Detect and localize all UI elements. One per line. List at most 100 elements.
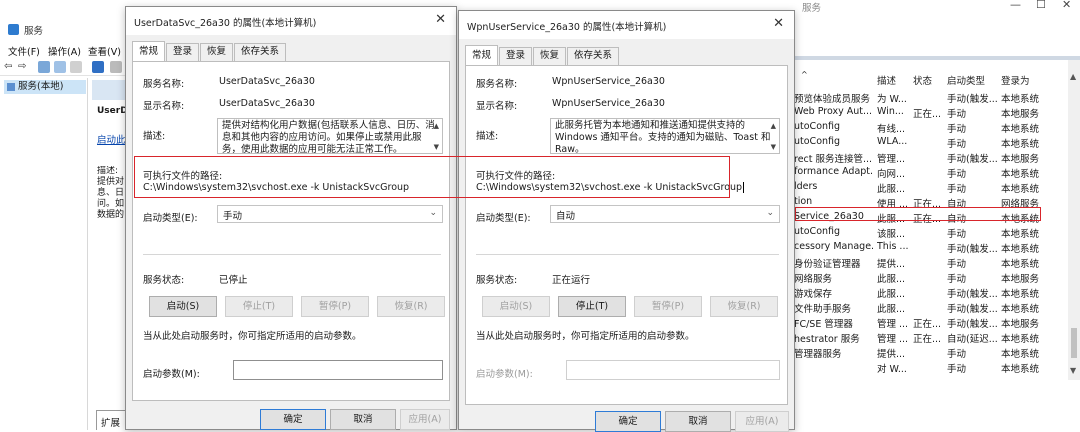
startup-type-label: 启动类型(E): — [143, 213, 198, 224]
tab-dependencies[interactable]: 依存关系 — [567, 47, 620, 65]
table-row[interactable]: FC/SE 管理器 管理 ... 正在... 手动(触发... 本地服务 — [791, 315, 1069, 330]
menu-action[interactable]: 操作(A) — [48, 44, 81, 58]
console-tree-icon[interactable] — [38, 61, 50, 73]
table-cell: FC/SE 管理器 — [794, 319, 853, 330]
tab-logon[interactable]: 登录 — [499, 47, 533, 65]
column-header-startup-type[interactable]: 启动类型 — [947, 73, 985, 87]
description-scroll-up-icon[interactable]: ▲ — [434, 120, 439, 132]
table-row[interactable]: utoConfig 有线... 手动 本地系统 — [791, 120, 1069, 135]
table-row[interactable]: cessory Manage... This ... 手动(触发... 本地系统 — [791, 240, 1069, 255]
minimize-icon[interactable]: — — [1010, 0, 1021, 11]
description-scroll-down-icon[interactable]: ▼ — [771, 141, 776, 153]
startup-type-select[interactable]: 手动 ⌄ — [217, 205, 443, 223]
maximize-icon[interactable]: ☐ — [1036, 0, 1046, 11]
tab-general[interactable]: 常规 — [465, 45, 499, 65]
highlighted-service-row-box — [795, 207, 1041, 221]
tree-item-services-local[interactable]: 服务(本地) — [4, 80, 86, 94]
tab-extended[interactable]: 扩展 — [96, 410, 126, 430]
close-icon[interactable]: ✕ — [435, 12, 446, 27]
table-row[interactable]: formance Adapt... 向网... 手动 本地系统 — [791, 165, 1069, 180]
description-box[interactable]: 提供对结构化用户数据(包括联系人信息、日历、消息和其他内容的应用访问。如果停止或… — [217, 118, 443, 154]
table-cell: 手动 — [947, 229, 967, 240]
stop-button[interactable]: 停止(T) — [225, 296, 293, 317]
pause-button[interactable]: 暂停(P) — [634, 296, 702, 317]
tab-recovery[interactable]: 恢复 — [533, 47, 567, 65]
table-cell: 手动 — [947, 259, 967, 270]
table-cell: 管理器服务 — [794, 349, 842, 360]
table-row[interactable]: 对 W... 手动 本地系统 — [791, 360, 1069, 375]
properties-icon[interactable] — [110, 61, 122, 73]
table-row[interactable]: hestrator 服务 管理 ... 正在... 自动(延迟... 本地系统 — [791, 330, 1069, 345]
start-params-label: 启动参数(M): — [143, 369, 200, 380]
separator — [143, 254, 441, 255]
forward-arrow-icon[interactable]: ⇨ — [18, 61, 30, 73]
back-arrow-icon[interactable]: ⇦ — [4, 61, 16, 73]
table-row[interactable]: 预览体验成员服务为 W... 手动(触发... 本地系统 — [791, 90, 1069, 105]
table-row[interactable]: 游戏保存 此服... 手动(触发... 本地系统 — [791, 285, 1069, 300]
column-header-logon-as[interactable]: 登录为 — [1001, 73, 1030, 87]
table-row[interactable]: utoConfig 该服... 手动 本地系统 — [791, 225, 1069, 240]
table-row[interactable]: Web Proxy Aut... Win... 正在... 手动 本地服务 — [791, 105, 1069, 120]
table-cell: 本地系统 — [1001, 139, 1040, 150]
tab-dependencies[interactable]: 依存关系 — [234, 43, 287, 61]
table-cell: 提供... — [877, 349, 906, 360]
table-row[interactable]: rect 服务连接管... 管理... 手动(触发... 本地服务 — [791, 150, 1069, 165]
cancel-button[interactable]: 取消 — [665, 411, 731, 432]
table-cell: utoConfig — [794, 226, 841, 237]
table-cell: 管理 ... — [877, 334, 909, 345]
table-row[interactable]: utoConfig WLA... 手动 本地系统 — [791, 135, 1069, 150]
table-cell: 游戏保存 — [794, 289, 833, 300]
table-cell: 自动(延迟... — [947, 334, 998, 345]
column-header-description[interactable]: 描述 — [877, 73, 896, 87]
description-label: 描述: — [143, 131, 166, 142]
close-icon[interactable]: ✕ — [773, 16, 784, 31]
scroll-up-icon[interactable]: ▲ — [1070, 72, 1076, 81]
ok-button[interactable]: 确定 — [260, 409, 326, 430]
tab-general[interactable]: 常规 — [132, 41, 166, 61]
apply-button[interactable]: 应用(A) — [735, 411, 789, 432]
table-row[interactable]: 文件助手服务 此服... 手动(触发... 本地系统 — [791, 300, 1069, 315]
display-name-label: 显示名称: — [143, 101, 185, 112]
scroll-down-icon[interactable]: ▼ — [1070, 366, 1076, 375]
resume-button[interactable]: 恢复(R) — [377, 296, 445, 317]
startup-type-select[interactable]: 自动 ⌄ — [550, 205, 780, 223]
refresh-icon[interactable] — [54, 61, 66, 73]
apply-button[interactable]: 应用(A) — [400, 409, 450, 430]
ok-button[interactable]: 确定 — [595, 411, 661, 432]
description-scroll-down-icon[interactable]: ▼ — [434, 141, 439, 153]
table-cell: 本地系统 — [1001, 124, 1040, 135]
main-window-title: 服务 — [24, 26, 44, 37]
resume-button[interactable]: 恢复(R) — [710, 296, 778, 317]
table-row[interactable]: 管理器服务 提供... 手动 本地系统 — [791, 345, 1069, 360]
menu-view[interactable]: 查看(V) — [88, 44, 121, 58]
start-params-label: 启动参数(M): — [476, 369, 533, 380]
scroll-thumb[interactable] — [1071, 328, 1077, 358]
export-icon[interactable] — [70, 61, 82, 73]
service-name-label: 服务名称: — [143, 79, 185, 90]
services-list-header: ^ 描述 状态 启动类型 登录为 — [791, 70, 1080, 88]
pause-button[interactable]: 暂停(P) — [301, 296, 369, 317]
table-row[interactable]: 身份验证管理器 提供... 手动 本地系统 — [791, 255, 1069, 270]
help-icon[interactable] — [92, 61, 104, 73]
start-button[interactable]: 启动(S) — [482, 296, 550, 317]
description-box[interactable]: 此服务托管为本地通知和推送通知提供支持的 Windows 通知平台。支持的通知为… — [550, 118, 780, 154]
start-params-input[interactable] — [233, 360, 443, 380]
detail-start-link[interactable]: 启动此 — [97, 132, 126, 146]
close-icon[interactable]: ✕ — [1062, 0, 1071, 11]
column-header-status[interactable]: 状态 — [913, 73, 932, 87]
table-cell: tion — [794, 196, 813, 207]
table-row[interactable]: 网络服务 此服... 手动 本地服务 — [791, 270, 1069, 285]
menu-file[interactable]: 文件(F) — [8, 44, 40, 58]
display-name-value: UserDataSvc_26a30 — [219, 98, 315, 109]
table-cell: Web Proxy Aut... — [794, 106, 873, 117]
table-row[interactable]: lders 此服... 手动 本地系统 — [791, 180, 1069, 195]
description-scroll-up-icon[interactable]: ▲ — [771, 120, 776, 132]
services-vertical-scrollbar[interactable]: ▲ ▼ — [1068, 60, 1080, 380]
tab-logon[interactable]: 登录 — [166, 43, 200, 61]
stop-button[interactable]: 停止(T) — [558, 296, 626, 317]
start-params-input[interactable] — [566, 360, 780, 380]
tab-recovery[interactable]: 恢复 — [200, 43, 234, 61]
cancel-button[interactable]: 取消 — [330, 409, 396, 430]
start-button[interactable]: 启动(S) — [149, 296, 217, 317]
table-cell: lders — [794, 181, 818, 192]
